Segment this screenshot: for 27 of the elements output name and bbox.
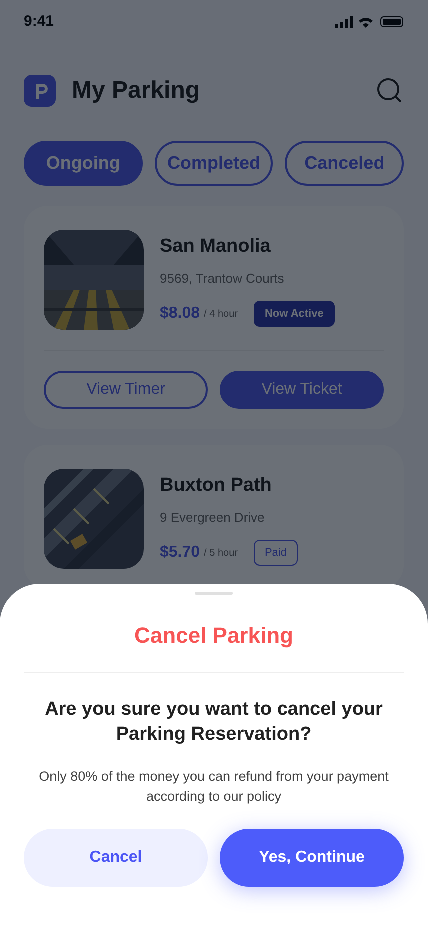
tab[interactable]: Ongoing <box>24 141 143 186</box>
tab[interactable]: Completed <box>154 141 274 186</box>
signal-icon <box>335 16 353 28</box>
continue-button[interactable]: Yes, Continue <box>220 829 404 887</box>
logo-icon <box>24 75 56 107</box>
tab[interactable]: Canceled <box>285 141 404 186</box>
price: $8.08 <box>160 304 200 324</box>
price: $5.70 <box>160 543 200 563</box>
refund-note: Only 80% of the money you can refund from your payment according to our policy <box>38 768 390 806</box>
view-ticket-button[interactable]: View Ticket <box>220 371 384 409</box>
status-badge: Now Active <box>254 300 335 328</box>
confirm-question: Are you sure you want to cancel your Parking Reservation? <box>44 698 384 747</box>
sheet-title: Cancel Parking <box>134 622 294 650</box>
cancel-button[interactable]: Cancel <box>24 829 208 887</box>
parking-address: 9 Evergreen Drive <box>160 509 266 528</box>
parking-address: 9569, Trantow Courts <box>160 270 286 288</box>
status-badge: Paid <box>254 540 298 566</box>
price-unit: / 4 hour <box>204 308 238 322</box>
status-time: 9:41 <box>24 12 54 32</box>
parking-name: Buxton Path <box>160 474 273 498</box>
search-icon[interactable] <box>376 77 404 105</box>
battery-icon <box>380 16 404 28</box>
page-title: My Parking <box>72 76 200 106</box>
price-unit: / 5 hour <box>204 546 238 560</box>
view-timer-button[interactable]: View Timer <box>44 371 208 409</box>
parking-name: San Manolia <box>160 234 272 259</box>
wifi-icon <box>359 16 374 28</box>
